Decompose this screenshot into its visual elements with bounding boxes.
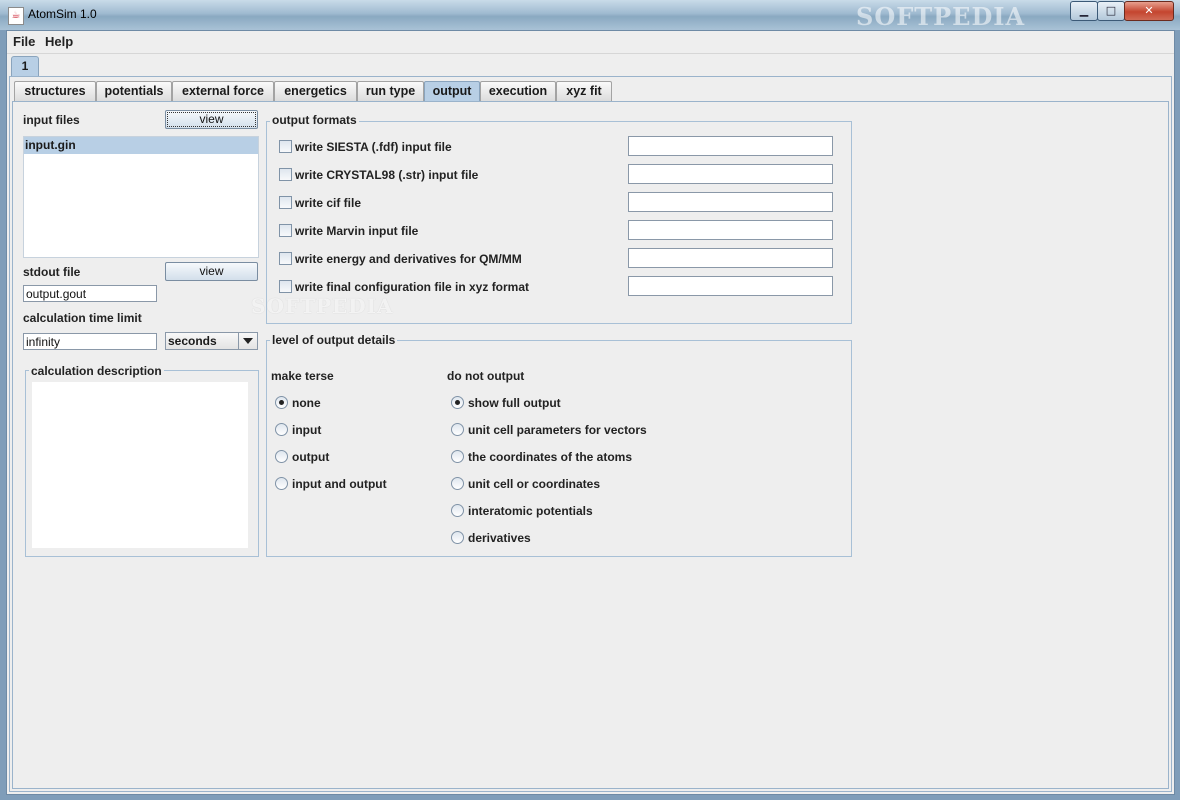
chevron-down-icon[interactable] bbox=[238, 333, 257, 349]
time-unit-value: seconds bbox=[168, 334, 217, 348]
output-details-title: level of output details bbox=[270, 333, 398, 347]
unit-cell-or-coordinates-label: unit cell or coordinates bbox=[468, 477, 601, 491]
terse-output-label: output bbox=[292, 450, 330, 464]
tab-structures[interactable]: structures bbox=[14, 81, 96, 101]
tab-external-force[interactable]: external force bbox=[172, 81, 274, 101]
window-title: AtomSim 1.0 bbox=[28, 7, 97, 21]
document-panel: structures potentials external force ene… bbox=[9, 76, 1172, 792]
crystal98-filename-field[interactable] bbox=[628, 164, 833, 184]
terse-input-radio[interactable] bbox=[275, 423, 288, 436]
cif-filename-field[interactable] bbox=[628, 192, 833, 212]
tab-xyz-fit[interactable]: xyz fit bbox=[556, 81, 612, 101]
menu-bar: File Help bbox=[7, 31, 1174, 54]
unit-cell-vectors-label: unit cell parameters for vectors bbox=[468, 423, 647, 437]
interatomic-potentials-label: interatomic potentials bbox=[468, 504, 593, 518]
stdout-file-field[interactable]: output.gout bbox=[23, 285, 157, 302]
tab-execution[interactable]: execution bbox=[480, 81, 556, 101]
tab-energetics[interactable]: energetics bbox=[274, 81, 357, 101]
tab-strip: structures potentials external force ene… bbox=[14, 81, 1164, 103]
xyz-filename-field[interactable] bbox=[628, 276, 833, 296]
time-limit-label: calculation time limit bbox=[23, 311, 142, 325]
input-files-view-button[interactable]: view bbox=[165, 110, 258, 129]
crystal98-checkbox[interactable] bbox=[279, 168, 292, 181]
crystal98-label: write CRYSTAL98 (.str) input file bbox=[295, 168, 479, 182]
calculation-description-textarea[interactable] bbox=[32, 382, 248, 548]
cif-checkbox[interactable] bbox=[279, 196, 292, 209]
xyz-label: write final configuration file in xyz fo… bbox=[295, 280, 530, 294]
tab-output[interactable]: output bbox=[424, 81, 480, 101]
maximize-button[interactable]: □ bbox=[1097, 1, 1125, 21]
java-icon: ☕ bbox=[8, 7, 24, 25]
watermark-logo: SOFTPEDIA bbox=[856, 2, 1026, 31]
menu-help[interactable]: Help bbox=[45, 34, 73, 49]
minimize-button[interactable]: ▁ bbox=[1070, 1, 1098, 21]
marvin-checkbox[interactable] bbox=[279, 224, 292, 237]
derivatives-radio[interactable] bbox=[451, 531, 464, 544]
xyz-checkbox[interactable] bbox=[279, 280, 292, 293]
client-area: File Help 1 structures potentials extern… bbox=[6, 30, 1175, 795]
siesta-checkbox[interactable] bbox=[279, 140, 292, 153]
output-formats-title: output formats bbox=[270, 113, 359, 127]
qmmm-filename-field[interactable] bbox=[628, 248, 833, 268]
unit-cell-vectors-radio[interactable] bbox=[451, 423, 464, 436]
marvin-label: write Marvin input file bbox=[295, 224, 419, 238]
watermark-overlay: SOFTPEDIA bbox=[251, 294, 394, 318]
list-item[interactable]: input.gin bbox=[24, 137, 258, 154]
terse-none-radio[interactable] bbox=[275, 396, 288, 409]
output-tab-panel: input files view input.gin stdout file v… bbox=[12, 101, 1169, 789]
derivatives-label: derivatives bbox=[468, 531, 531, 545]
atom-coordinates-label: the coordinates of the atoms bbox=[468, 450, 633, 464]
cif-label: write cif file bbox=[295, 196, 362, 210]
atom-coordinates-radio[interactable] bbox=[451, 450, 464, 463]
terse-input-and-output-label: input and output bbox=[292, 477, 387, 491]
menu-file[interactable]: File bbox=[13, 34, 35, 49]
title-bar[interactable]: ☕ AtomSim 1.0 SOFTPEDIA ▁ □ ✕ bbox=[0, 0, 1180, 31]
close-button[interactable]: ✕ bbox=[1124, 1, 1174, 21]
terse-input-label: input bbox=[292, 423, 322, 437]
siesta-label: write SIESTA (.fdf) input file bbox=[295, 140, 452, 154]
make-terse-label: make terse bbox=[271, 369, 334, 383]
marvin-filename-field[interactable] bbox=[628, 220, 833, 240]
qmmm-checkbox[interactable] bbox=[279, 252, 292, 265]
time-unit-select[interactable]: seconds bbox=[165, 332, 258, 350]
show-full-output-radio[interactable] bbox=[451, 396, 464, 409]
calculation-description-label: calculation description bbox=[29, 364, 164, 378]
show-full-output-label: show full output bbox=[468, 396, 561, 410]
terse-output-radio[interactable] bbox=[275, 450, 288, 463]
tab-run-type[interactable]: run type bbox=[357, 81, 424, 101]
tab-potentials[interactable]: potentials bbox=[96, 81, 172, 101]
output-details-group bbox=[266, 340, 852, 557]
input-files-label: input files bbox=[23, 113, 80, 127]
unit-cell-or-coordinates-radio[interactable] bbox=[451, 477, 464, 490]
terse-input-and-output-radio[interactable] bbox=[275, 477, 288, 490]
stdout-file-label: stdout file bbox=[23, 265, 81, 279]
stdout-view-button[interactable]: view bbox=[165, 262, 258, 281]
input-files-list[interactable]: input.gin bbox=[23, 136, 259, 258]
window-controls: ▁ □ ✕ bbox=[1070, 1, 1174, 21]
terse-none-label: none bbox=[292, 396, 321, 410]
do-not-output-label: do not output bbox=[447, 369, 525, 383]
time-limit-field[interactable]: infinity bbox=[23, 333, 157, 350]
siesta-filename-field[interactable] bbox=[628, 136, 833, 156]
qmmm-label: write energy and derivatives for QM/MM bbox=[295, 252, 522, 266]
tab-document-1[interactable]: 1 bbox=[11, 56, 39, 77]
interatomic-potentials-radio[interactable] bbox=[451, 504, 464, 517]
